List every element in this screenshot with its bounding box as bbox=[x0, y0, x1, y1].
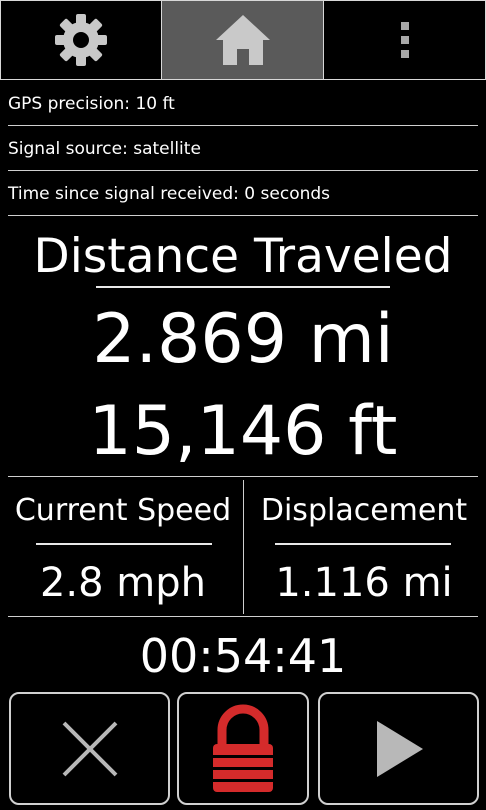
distance-title: Distance Traveled bbox=[33, 229, 453, 284]
tab-home[interactable] bbox=[162, 0, 324, 80]
distance-miles-value: 2.869 mi bbox=[92, 300, 394, 379]
elapsed-timer: 00:54:41 bbox=[139, 629, 347, 683]
divider bbox=[8, 476, 478, 477]
gps-precision-text: GPS precision: 10 ft bbox=[8, 82, 478, 126]
cancel-button[interactable] bbox=[9, 692, 170, 805]
tab-settings[interactable] bbox=[0, 0, 162, 80]
more-vertical-icon bbox=[400, 22, 409, 58]
tab-more[interactable] bbox=[324, 0, 486, 80]
signal-source-text: Signal source: satellite bbox=[8, 127, 478, 171]
play-button[interactable] bbox=[318, 692, 479, 805]
displacement-title: Displacement bbox=[260, 493, 468, 528]
lock-icon bbox=[213, 704, 273, 792]
distance-title-underline bbox=[96, 286, 390, 288]
lock-button[interactable] bbox=[177, 692, 309, 805]
distance-feet-value: 15,146 ft bbox=[88, 392, 398, 471]
play-icon bbox=[376, 720, 423, 777]
tab-bar bbox=[0, 0, 486, 80]
displacement-title-underline bbox=[275, 543, 451, 545]
gear-icon bbox=[55, 14, 107, 66]
close-icon bbox=[62, 721, 117, 776]
speed-value: 2.8 mph bbox=[39, 560, 207, 606]
time-since-signal-text: Time since signal received: 0 seconds bbox=[8, 172, 478, 216]
home-icon bbox=[215, 15, 270, 65]
displacement-value: 1.116 mi bbox=[275, 560, 453, 606]
speed-title-underline bbox=[36, 543, 212, 545]
speed-title: Current Speed bbox=[14, 493, 232, 528]
divider bbox=[8, 616, 478, 617]
